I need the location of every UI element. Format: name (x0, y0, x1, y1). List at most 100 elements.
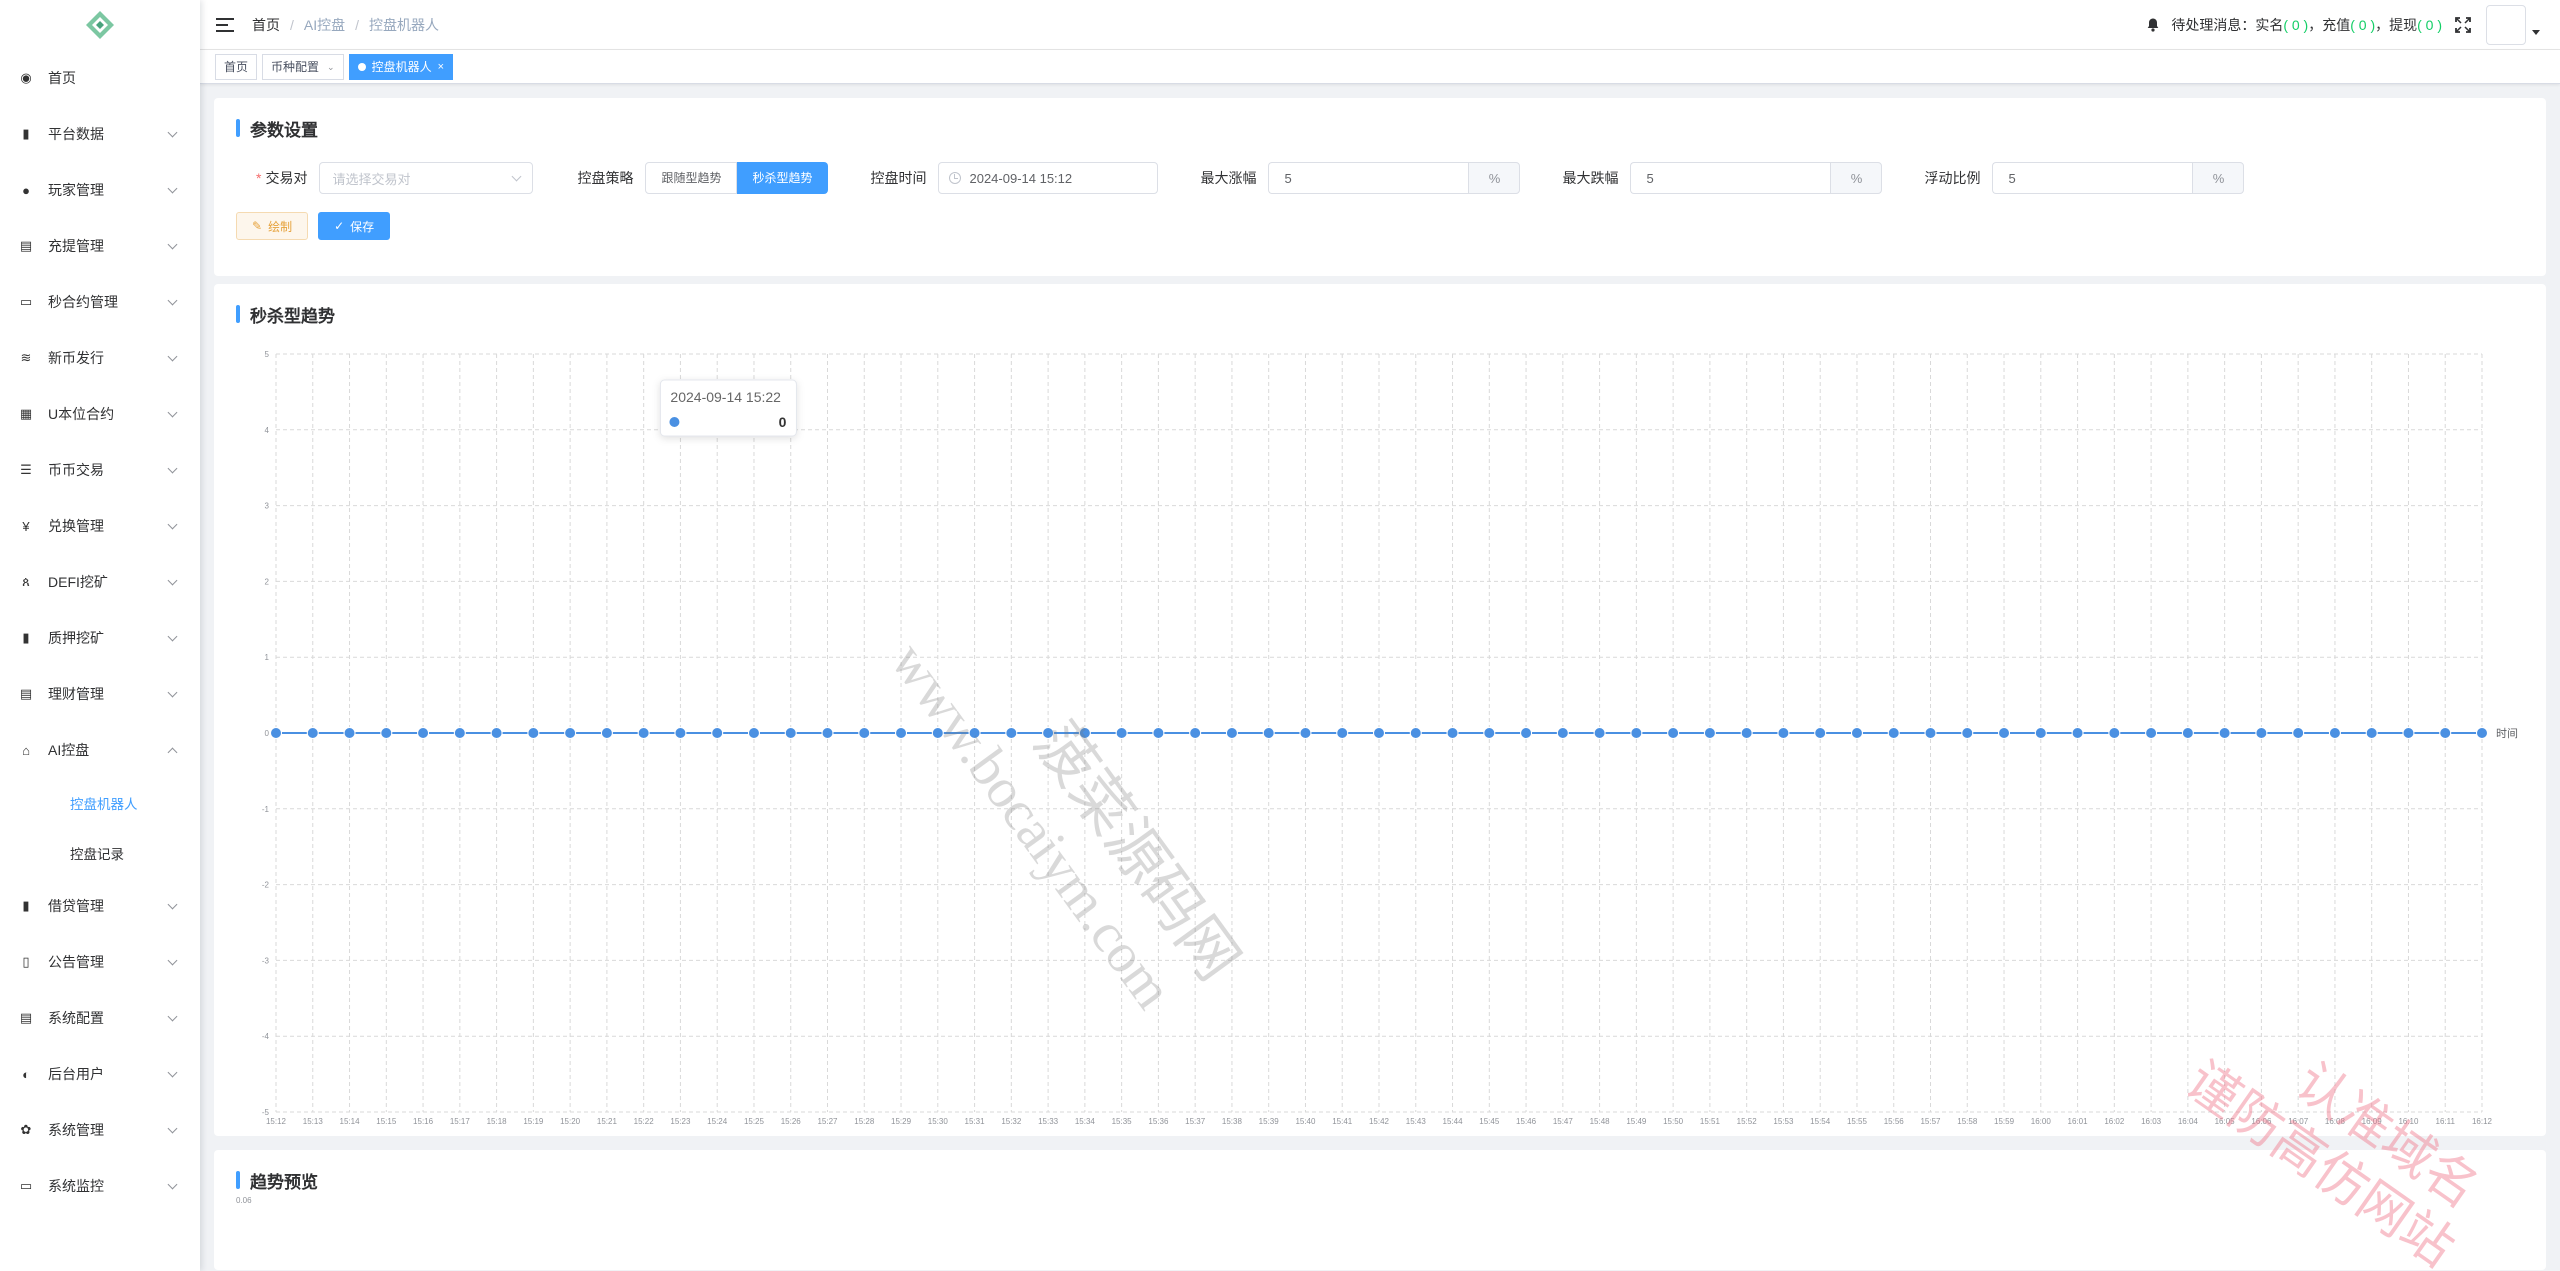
max-fall-input[interactable] (1630, 162, 1831, 194)
tag-coin-config[interactable]: 币种配置 ⌄ (262, 53, 344, 80)
tag-robot[interactable]: 控盘机器人 × (348, 53, 454, 80)
logo[interactable] (0, 0, 200, 50)
close-icon[interactable]: × (438, 55, 444, 79)
sidebar-item[interactable]: ▮ 借贷管理 (0, 878, 200, 934)
x-tick-label: 16:07 (2288, 1117, 2309, 1124)
grid-icon: ▦ (19, 406, 33, 421)
navbar: 首页 / AI控盘 / 控盘机器人 待处理消息：实名( 0 )，充值( 0 )，… (200, 0, 2560, 50)
sidebar-item-label: 系统管理 (48, 1122, 104, 1138)
chevron-down-icon (167, 519, 178, 530)
data-point (1409, 727, 1422, 739)
check-icon: ✓ (334, 219, 345, 233)
sidebar-item[interactable]: ¥ 兑换管理 (0, 498, 200, 554)
time-picker[interactable]: 2024-09-14 15:12 (938, 162, 1159, 194)
sidebar-item[interactable]: ● 玩家管理 (0, 162, 200, 218)
sidebar-item[interactable]: ▭ 秒合约管理 (0, 274, 200, 330)
params-form: * 交易对 请选择交易对 控盘策略 跟随型趋势 秒杀型趋势 控盘时间 2024-0… (236, 160, 2524, 196)
sidebar-item[interactable]: ◉ 首页 (0, 50, 200, 106)
strategy-follow[interactable]: 跟随型趋势 (645, 162, 738, 194)
x-tick-label: 15:39 (1259, 1117, 1280, 1124)
data-point (1814, 727, 1827, 739)
caret-down-icon[interactable] (2532, 29, 2540, 35)
sidebar-item[interactable]: ▤ 理财管理 (0, 666, 200, 722)
data-point (968, 727, 981, 739)
pair-select[interactable]: 请选择交易对 (319, 162, 534, 194)
data-point (1225, 727, 1238, 739)
sidebar-item[interactable]: ▮ 质押挖矿 (0, 610, 200, 666)
chevron-down-icon (167, 295, 178, 306)
data-point (306, 727, 319, 739)
tooltip-marker (669, 417, 680, 427)
users-icon: ◐ (22, 1066, 30, 1082)
data-point (1998, 727, 2011, 739)
x-tick-label: 15:18 (487, 1117, 508, 1124)
x-tick-label: 15:43 (1406, 1117, 1427, 1124)
sidebar-item[interactable]: ☰ 币币交易 (0, 442, 200, 498)
x-tick-label: 15:53 (1773, 1117, 1794, 1124)
avatar[interactable] (2486, 5, 2526, 45)
x-tick-label: 15:48 (1590, 1117, 1611, 1124)
max-rise-input[interactable] (1268, 162, 1469, 194)
sidebar-item[interactable]: ⌂ AI控盘 (0, 722, 200, 778)
sidebar-item[interactable]: ◐ 后台用户 (0, 1046, 200, 1102)
sidebar-item-label: AI控盘 (48, 742, 90, 758)
data-point (2328, 727, 2341, 739)
sidebar-item-label: 后台用户 (48, 1066, 104, 1082)
notebook-icon: ▤ (19, 686, 33, 701)
sidebar-item[interactable]: ▯ 公告管理 (0, 934, 200, 990)
sidebar-item[interactable]: ▮ 平台数据 (0, 106, 200, 162)
dashboard-icon: ◉ (20, 70, 32, 85)
data-point (2108, 727, 2121, 739)
notice-sep: ， (2308, 17, 2323, 33)
sidebar-item-label: 平台数据 (48, 126, 104, 142)
data-point (2181, 727, 2194, 739)
x-axis-label: 时间 (2496, 727, 2518, 740)
spike-trend-chart[interactable]: 5 4 3 2 1 0 -1 -2 -3 -4 -515:12 15:13 15:14 15:15 15:1… (236, 344, 2546, 1124)
breadcrumb-home[interactable]: 首页 (252, 15, 280, 35)
sidebar-item[interactable]: ▦ U本位合约 (0, 386, 200, 442)
y-tick-label: 0 (265, 729, 270, 738)
sidebar-item[interactable]: ▭ 系统监控 (0, 1158, 200, 1214)
save-button[interactable]: ✓ 保存 (318, 212, 391, 240)
data-point (1189, 727, 1202, 739)
data-point (711, 727, 724, 739)
hamburger-icon[interactable] (216, 17, 234, 32)
x-tick-label: 15:14 (340, 1117, 361, 1124)
data-point (2071, 727, 2084, 739)
data-point (1005, 727, 1018, 739)
strategy-spike[interactable]: 秒杀型趋势 (737, 162, 829, 194)
data-point (1924, 727, 1937, 739)
draw-button[interactable]: ✎ 绘制 (236, 212, 309, 240)
max-fall-unit: % (1830, 162, 1883, 194)
float-input[interactable] (1992, 162, 2193, 194)
chevron-up-icon (167, 747, 178, 758)
chevron-down-icon: ⌄ (327, 61, 335, 72)
sidebar-item[interactable]: ጰ DEFI挖矿 (0, 554, 200, 610)
x-tick-label: 15:52 (1737, 1117, 1758, 1124)
sidebar-item[interactable]: ✿ 系统管理 (0, 1102, 200, 1158)
sidebar-item[interactable]: ≋ 新币发行 (0, 330, 200, 386)
x-tick-label: 15:50 (1663, 1117, 1684, 1124)
sidebar-item[interactable]: ▤ 充提管理 (0, 218, 200, 274)
data-point (1042, 727, 1055, 739)
clock-icon (949, 172, 962, 184)
max-rise-label: 最大涨幅 (1200, 170, 1257, 186)
x-tick-label: 15:42 (1369, 1117, 1390, 1124)
submenu-robot[interactable]: 控盘机器人 (0, 778, 200, 828)
x-tick-label: 15:46 (1516, 1117, 1537, 1124)
tag-home[interactable]: 首页 (215, 53, 258, 80)
data-point (1850, 727, 1863, 739)
pair-placeholder: 请选择交易对 (332, 171, 411, 187)
fullscreen-icon[interactable] (2454, 16, 2472, 34)
sidebar-item[interactable]: ▤ 系统配置 (0, 990, 200, 1046)
y-tick-label: 2 (265, 577, 270, 586)
data-point (2218, 727, 2231, 739)
sidebar-item-label: DEFI挖矿 (48, 574, 108, 590)
data-point (931, 727, 944, 739)
x-tick-label: 15:40 (1295, 1117, 1316, 1124)
pending-notice[interactable]: 待处理消息：实名( 0 )，充值( 0 )，提现( 0 ) (2171, 15, 2442, 35)
breadcrumb-ai[interactable]: AI控盘 (304, 15, 345, 35)
bell-icon[interactable] (2145, 17, 2161, 33)
submenu-records[interactable]: 控盘记录 (0, 828, 200, 878)
book-icon: ▮ (22, 898, 30, 913)
